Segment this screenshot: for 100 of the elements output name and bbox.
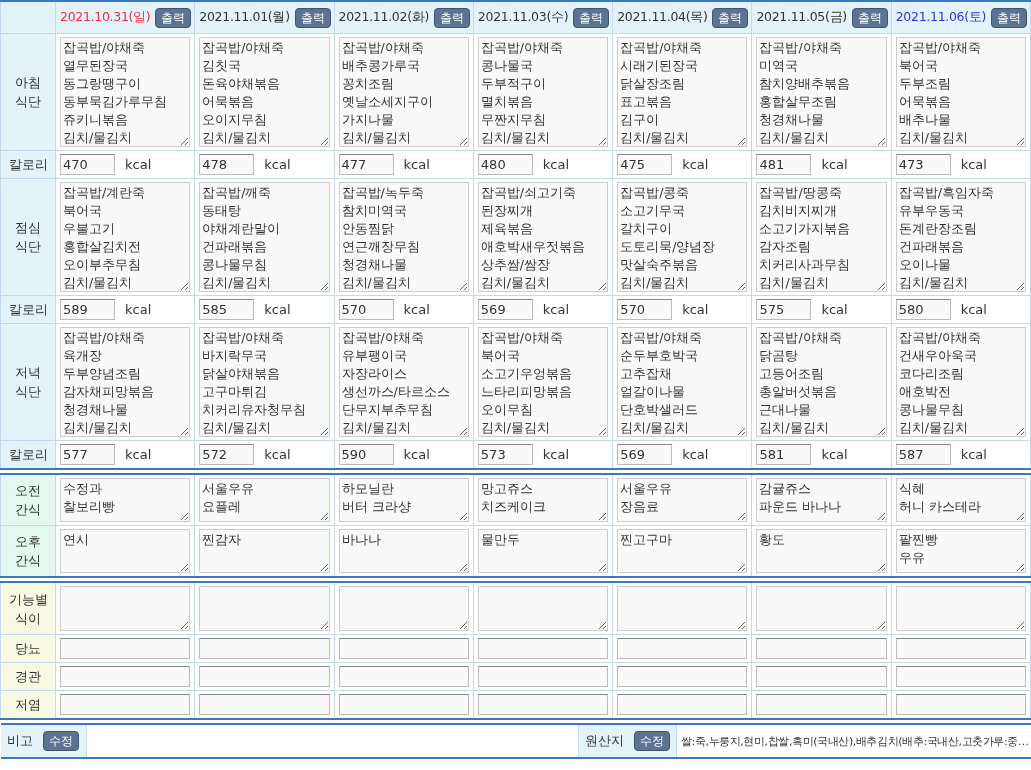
diet-input[interactable] [338, 694, 469, 715]
print-button[interactable]: 출력 [573, 7, 610, 28]
diet-input[interactable] [617, 694, 748, 715]
diet-input[interactable] [895, 666, 1026, 687]
calorie-input[interactable]: 590 [338, 444, 394, 465]
snack-field[interactable]: 하모닐란 버터 크라샹 [338, 478, 469, 522]
menu-field[interactable]: 잡곡밥/야채죽 북어국 소고기우엉볶음 느타리피망볶음 오이무침 김치/물김치 [477, 327, 609, 437]
diet-field[interactable] [199, 586, 330, 631]
diet-input[interactable] [60, 694, 191, 715]
diet-input[interactable] [756, 666, 887, 687]
menu-field[interactable]: 잡곡밥/야채죽 미역국 참치양배추볶음 홍합살무조림 청경채나물 김치/물김치 [756, 37, 887, 147]
menu-field[interactable]: 잡곡밥/야채죽 유부팽이국 자장라이스 생선까스/타르소스 단무지부추무침 김치/물김치 [338, 327, 469, 437]
snack-field[interactable]: 연시 [60, 529, 191, 573]
diet-input[interactable] [756, 638, 887, 659]
diet-input[interactable] [477, 666, 609, 687]
diet-field[interactable] [617, 586, 748, 631]
print-button[interactable]: 출력 [155, 7, 192, 28]
diet-field[interactable] [338, 586, 469, 631]
menu-field[interactable]: 잡곡밥/야채죽 콩나물국 두부적구이 멸치볶음 무짠지무침 김치/물김치 [477, 37, 609, 147]
snack-field[interactable]: 찐감자 [199, 529, 330, 573]
edit-button[interactable]: 수정 [42, 731, 79, 751]
menu-field[interactable]: 잡곡밥/야채죽 김칫국 돈육야채볶음 어묵볶음 오이지무침 김치/물김치 [199, 37, 330, 147]
calorie-input[interactable]: 470 [60, 154, 115, 175]
menu-field[interactable]: 잡곡밥/흑임자죽 유부우동국 돈계란장조림 건파래볶음 오이나물 김치/물김치 [895, 182, 1026, 292]
calorie-input[interactable]: 475 [617, 154, 673, 175]
calorie-input[interactable]: 570 [617, 299, 673, 320]
snack-field[interactable]: 물만두 [477, 529, 609, 573]
unit-label: kcal [682, 447, 709, 462]
calorie-input[interactable]: 478 [199, 154, 255, 175]
diet-field[interactable] [756, 586, 887, 631]
calorie-input[interactable]: 481 [756, 154, 812, 175]
diet-input[interactable] [617, 638, 748, 659]
remark-label: 비고 [6, 732, 33, 750]
diet-field[interactable] [60, 586, 191, 631]
unit-label: kcal [682, 157, 709, 172]
menu-field[interactable]: 잡곡밥/쇠고기죽 된장찌개 제육볶음 애호박새우젓볶음 상추쌈/쌈장 김치/물김치 [477, 182, 609, 292]
calorie-input[interactable]: 575 [756, 299, 812, 320]
menu-field[interactable]: 잡곡밥/녹두죽 참치미역국 안동찜닭 연근깨장무침 청경채나물 김치/물김치 [338, 182, 469, 292]
diet-input[interactable] [617, 666, 748, 687]
menu-field[interactable]: 잡곡밥/야채죽 북어국 두부조림 어묵볶음 배추나물 김치/물김치 [895, 37, 1026, 147]
diet-input[interactable] [338, 638, 469, 659]
edit-button[interactable]: 수정 [633, 731, 670, 751]
diet-input[interactable] [199, 694, 330, 715]
calorie-input[interactable]: 570 [338, 299, 394, 320]
snack-field[interactable]: 팥찐빵 우유 [895, 529, 1026, 573]
diet-input[interactable] [60, 666, 191, 687]
menu-field[interactable]: 잡곡밥/야채죽 바지락무국 닭살야채볶음 고구마튀김 치커리유자청무침 김치/물김치 [199, 327, 330, 437]
print-button[interactable]: 출력 [851, 7, 888, 28]
diet-input[interactable] [477, 638, 609, 659]
calorie-input[interactable]: 587 [895, 444, 951, 465]
menu-field[interactable]: 잡곡밥/야채죽 닭곰탕 고등어조림 총알버섯볶음 근대나물 김치/물김치 [756, 327, 887, 437]
menu-field[interactable]: 잡곡밥/야채죽 열무된장국 동그랑땡구이 동부묵김가루무침 쥬키니볶음 김치/물김치 [60, 37, 191, 147]
diet-input[interactable] [199, 666, 330, 687]
snack-field[interactable]: 수정과 찰보리빵 [60, 478, 191, 522]
snack-field[interactable]: 감귤쥬스 파운드 바나나 [756, 478, 887, 522]
unit-label: kcal [125, 302, 152, 317]
print-button[interactable]: 출력 [712, 7, 749, 28]
snack-field[interactable]: 황도 [756, 529, 887, 573]
print-button[interactable]: 출력 [294, 7, 331, 28]
diet-input[interactable] [756, 694, 887, 715]
calorie-input[interactable]: 473 [895, 154, 951, 175]
snack-field[interactable]: 바나나 [338, 529, 469, 573]
diet-field[interactable] [477, 586, 609, 631]
menu-field[interactable]: 잡곡밥/땅콩죽 김치비지찌개 소고기가지볶음 감자조림 치커리사과무침 김치/물김치 [756, 182, 887, 292]
menu-field[interactable]: 잡곡밥/콩죽 소고기무국 갈치구이 도토리묵/양념장 맛살숙주볶음 김치/물김치 [617, 182, 748, 292]
calorie-input[interactable]: 580 [895, 299, 951, 320]
diet-input[interactable] [895, 694, 1026, 715]
menu-field[interactable]: 잡곡밥/깨죽 동태탕 야채계란말이 건파래볶음 콩나물무침 김치/물김치 [199, 182, 330, 292]
date-heading: 2021.11.05(금) [756, 9, 847, 26]
diet-input[interactable] [895, 638, 1026, 659]
calorie-input[interactable]: 480 [477, 154, 533, 175]
print-button[interactable]: 출력 [433, 7, 470, 28]
snack-field[interactable]: 찐고구마 [617, 529, 748, 573]
snack-field[interactable]: 서울우유 요플레 [199, 478, 330, 522]
unit-label: kcal [821, 157, 848, 172]
calorie-input[interactable]: 589 [60, 299, 115, 320]
unit-label: kcal [403, 157, 430, 172]
menu-field[interactable]: 잡곡밥/야채죽 순두부호박국 고추잡채 얼갈이나물 단호박샐러드 김치/물김치 [617, 327, 748, 437]
print-button[interactable]: 출력 [991, 7, 1027, 28]
snack-field[interactable]: 서울우유 장음료 [617, 478, 748, 522]
diet-input[interactable] [477, 694, 609, 715]
calorie-input[interactable]: 581 [756, 444, 812, 465]
diet-input[interactable] [199, 638, 330, 659]
diet-field[interactable] [895, 586, 1026, 631]
menu-field[interactable]: 잡곡밥/야채죽 시래기된장국 닭살장조림 표고볶음 김구이 김치/물김치 [617, 37, 748, 147]
calorie-input[interactable]: 569 [477, 299, 533, 320]
calorie-input[interactable]: 572 [199, 444, 255, 465]
calorie-input[interactable]: 573 [477, 444, 533, 465]
calorie-input[interactable]: 569 [617, 444, 673, 465]
calorie-input[interactable]: 585 [199, 299, 255, 320]
diet-input[interactable] [338, 666, 469, 687]
menu-field[interactable]: 잡곡밥/야채죽 건새우아욱국 코다리조림 애호박전 콩나물무침 김치/물김치 [895, 327, 1026, 437]
diet-input[interactable] [60, 638, 191, 659]
menu-field[interactable]: 잡곡밥/야채죽 배추콩가루국 꽁치조림 옛날소세지구이 가지나물 김치/물김치 [338, 37, 469, 147]
calorie-input[interactable]: 477 [338, 154, 394, 175]
snack-field[interactable]: 망고쥬스 치즈케이크 [477, 478, 609, 522]
menu-field[interactable]: 잡곡밥/야채죽 육개장 두부양념조림 감자채피망볶음 청경채나물 김치/물김치 [60, 327, 191, 437]
calorie-input[interactable]: 577 [60, 444, 115, 465]
snack-field[interactable]: 식혜 허니 카스테라 [895, 478, 1026, 522]
menu-field[interactable]: 잡곡밥/계란죽 북어국 우불고기 홍합살김치전 오이부추무침 김치/물김치 [60, 182, 191, 292]
